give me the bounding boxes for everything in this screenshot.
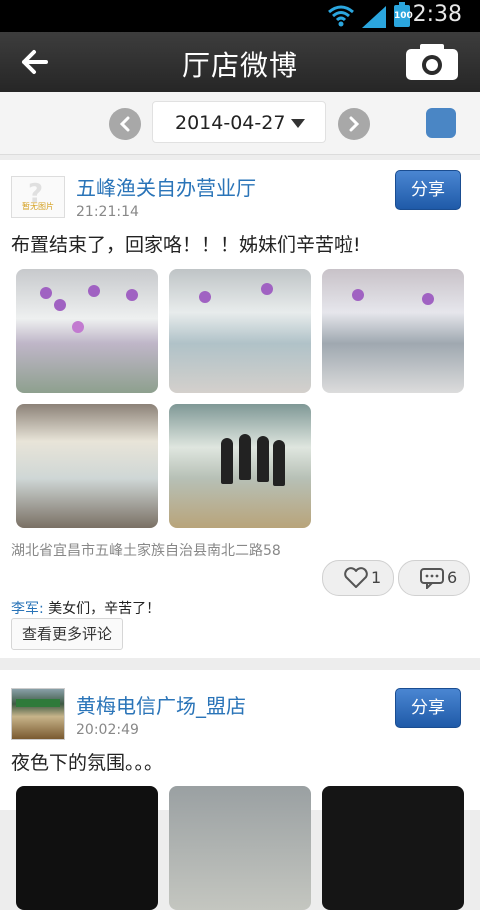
- date-bar: 2014-04-27: [0, 92, 480, 155]
- post-time: 20:02:49: [76, 722, 139, 738]
- status-bar: 100 2:38: [0, 0, 480, 32]
- title-bar: 厅店微博: [0, 32, 480, 92]
- camera-icon[interactable]: [406, 44, 458, 80]
- post-photo[interactable]: [16, 404, 158, 528]
- comment-count: 6: [447, 568, 458, 587]
- comment-item: 李军: 美女们，辛苦了！: [11, 598, 160, 618]
- comment-icon: [420, 568, 444, 589]
- battery-icon: 100: [394, 2, 413, 27]
- heart-icon: [344, 567, 368, 588]
- status-time: 2:38: [412, 2, 462, 27]
- post-text: 夜色下的氛围。。。: [11, 752, 164, 774]
- shop-avatar[interactable]: [11, 688, 65, 740]
- more-comments-button[interactable]: 查看更多评论: [11, 618, 124, 650]
- post-photo[interactable]: [169, 404, 311, 528]
- shop-name[interactable]: 黄梅电信广场_盟店: [76, 690, 246, 719]
- shop-name[interactable]: 五峰渔关自办营业厅: [76, 172, 256, 201]
- date-value: 2014-04-27: [175, 112, 286, 134]
- post-photo[interactable]: [169, 269, 311, 393]
- wifi-icon: [328, 5, 354, 27]
- post-text: 布置结束了，回家咯！！！姊妹们辛苦啦!: [11, 234, 361, 256]
- post-card: 黄梅电信广场_盟店 20:02:49 分享 夜色下的氛围。。。: [0, 670, 480, 910]
- shop-avatar[interactable]: ? 暂无图片: [11, 176, 65, 218]
- post-card: ? 暂无图片 五峰渔关自办营业厅 21:21:14 分享 布置结束了，回家咯！！…: [0, 160, 480, 658]
- filter-toggle[interactable]: [426, 108, 456, 138]
- next-date-button[interactable]: [338, 108, 370, 140]
- comment-button[interactable]: 6: [398, 560, 470, 596]
- post-location: 湖北省宜昌市五峰土家族自治县南北二路58: [11, 543, 281, 559]
- post-time: 21:21:14: [76, 204, 139, 220]
- post-photo[interactable]: [322, 786, 464, 910]
- caret-down-icon: [291, 119, 305, 128]
- prev-date-button[interactable]: [109, 108, 141, 140]
- post-photo[interactable]: [169, 786, 311, 910]
- comment-author[interactable]: 李军:: [11, 601, 44, 617]
- comment-text: 美女们，辛苦了！: [43, 601, 161, 617]
- post-photo[interactable]: [16, 786, 158, 910]
- share-button[interactable]: 分享: [395, 688, 461, 728]
- like-count: 1: [371, 568, 382, 587]
- post-photo[interactable]: [322, 269, 464, 393]
- signal-icon: [362, 6, 386, 28]
- post-feed: ? 暂无图片 五峰渔关自办营业厅 21:21:14 分享 布置结束了，回家咯！！…: [0, 160, 480, 910]
- chevron-right-icon: [349, 116, 360, 132]
- like-button[interactable]: 1: [322, 560, 394, 596]
- chevron-left-icon: [119, 116, 130, 132]
- post-photo[interactable]: [16, 269, 158, 393]
- share-button[interactable]: 分享: [395, 170, 461, 210]
- date-selector[interactable]: 2014-04-27: [152, 101, 326, 143]
- avatar-caption: 暂无图片: [22, 202, 54, 211]
